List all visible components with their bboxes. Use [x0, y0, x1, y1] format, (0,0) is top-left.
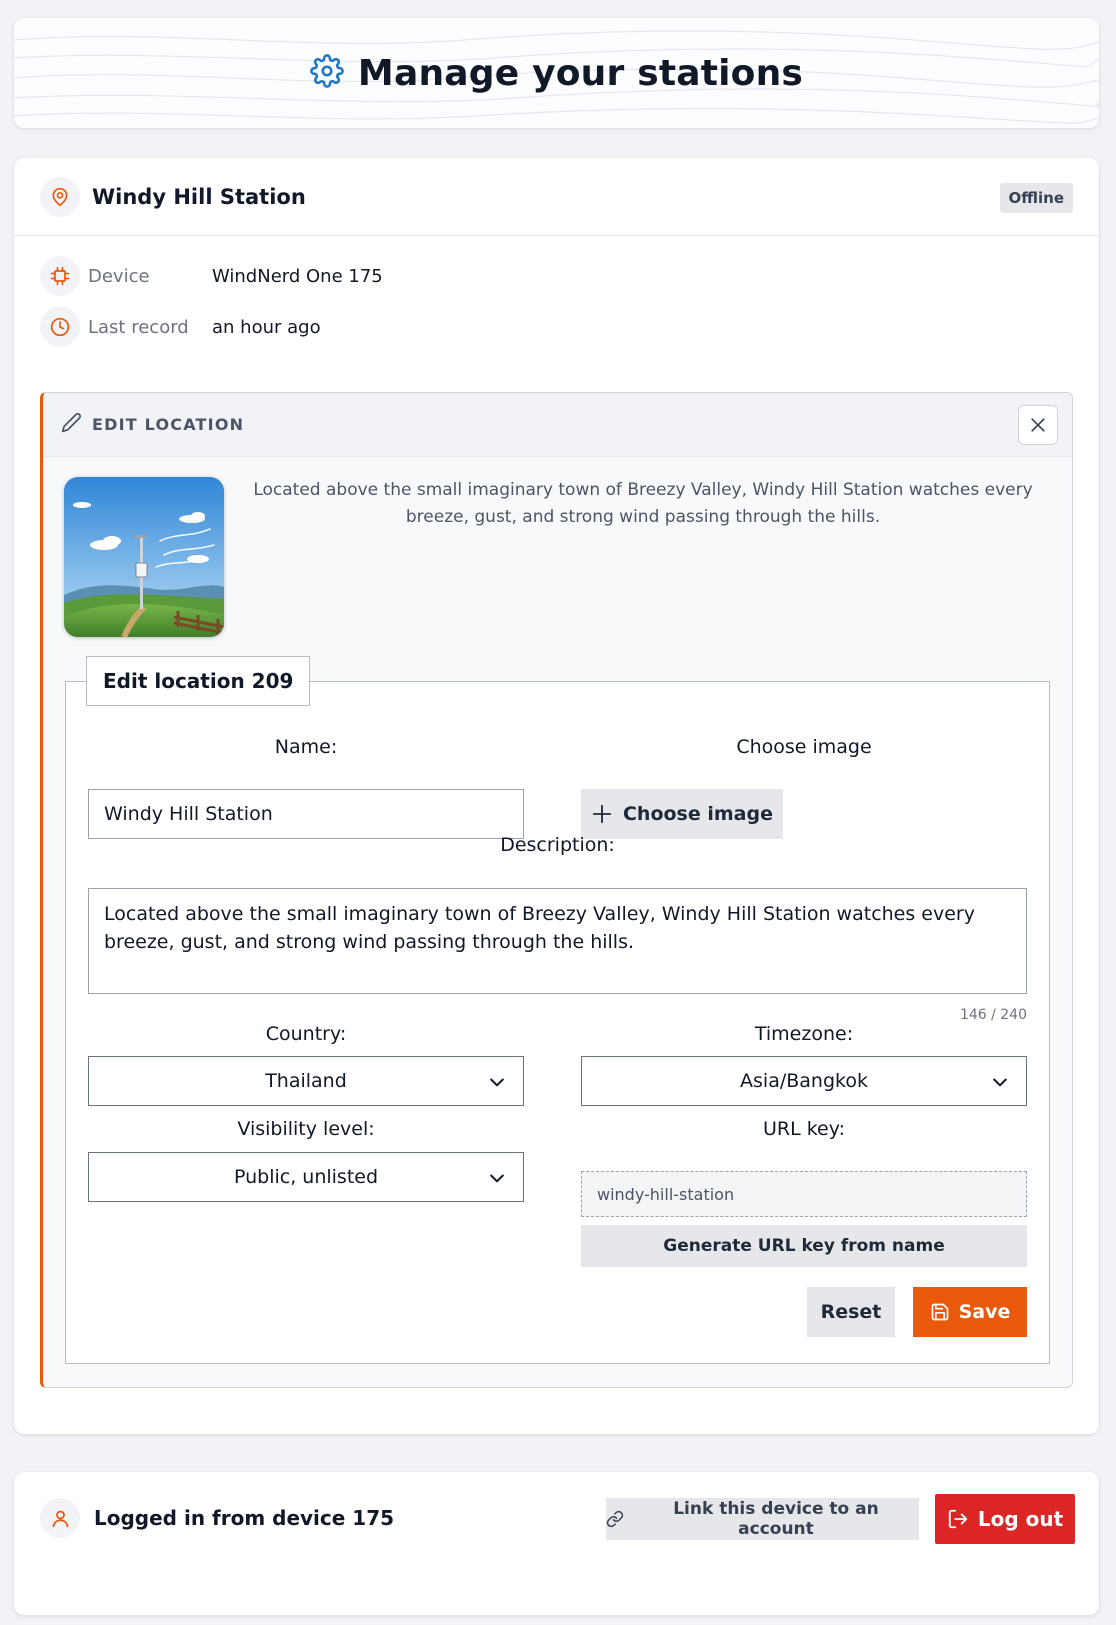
close-icon — [1031, 418, 1045, 432]
gear-icon — [310, 54, 344, 92]
timezone-label: Timezone: — [754, 1023, 854, 1045]
choose-image-button[interactable]: Choose image — [581, 789, 783, 839]
pencil-icon — [61, 412, 82, 437]
description-preview: Located above the small imaginary town o… — [253, 480, 1033, 527]
description-textarea[interactable]: Located above the small imaginary town o… — [88, 888, 1027, 994]
chip-icon — [40, 256, 80, 296]
chevron-down-icon — [490, 1078, 504, 1087]
description-label: Description: — [500, 834, 615, 856]
visibility-value: Public, unlisted — [233, 1166, 379, 1188]
country-value: Thailand — [265, 1070, 347, 1092]
chevron-down-icon — [993, 1078, 1007, 1087]
status-badge: Offline — [999, 183, 1073, 213]
timezone-select[interactable]: Asia/Bangkok — [581, 1056, 1027, 1106]
floppy-disk-icon — [931, 1303, 948, 1321]
url-key-label: URL key: — [762, 1118, 845, 1140]
page-header: Manage your stations — [14, 18, 1099, 128]
edit-panel-title: EDIT LOCATION — [92, 415, 245, 434]
name-label: Name: — [274, 736, 338, 758]
link-device-button-label: Link this device to an account — [673, 1499, 879, 1539]
edit-panel-header: EDIT LOCATION — [43, 393, 1072, 457]
link-icon — [606, 1510, 624, 1528]
timezone-value: Asia/Bangkok — [740, 1070, 868, 1092]
last-record-label: Last record — [88, 316, 189, 338]
char-counter: 146 / 240 — [959, 1007, 1027, 1023]
edit-location-panel: EDIT LOCATION Located above the small im… — [40, 392, 1073, 1388]
save-button-label: Save — [958, 1301, 1011, 1323]
clock-icon — [40, 307, 80, 347]
choose-image-button-label: Choose image — [622, 803, 773, 825]
close-button[interactable] — [1018, 405, 1058, 445]
map-pin-icon — [40, 176, 80, 217]
logout-button-label: Log out — [977, 1507, 1064, 1531]
plus-icon — [592, 804, 612, 824]
form-legend: Edit location 209 — [86, 656, 311, 706]
reset-button[interactable]: Reset — [807, 1287, 895, 1337]
device-label: Device — [88, 265, 150, 287]
page-title: Manage your stations — [357, 52, 804, 94]
visibility-select[interactable]: Public, unlisted — [88, 1152, 524, 1202]
generate-url-key-button[interactable]: Generate URL key from name — [581, 1225, 1027, 1267]
device-value: WindNerd One 175 — [212, 265, 383, 287]
name-input[interactable] — [88, 789, 524, 839]
station-card-header: Windy Hill Station Offline — [14, 158, 1099, 236]
save-button[interactable]: Save — [913, 1287, 1027, 1337]
edit-location-form: Edit location 209 Name: Choose image Cho… — [65, 656, 1050, 1364]
station-image — [64, 477, 224, 637]
station-name: Windy Hill Station — [92, 184, 306, 209]
visibility-label: Visibility level: — [237, 1118, 375, 1140]
country-label: Country: — [265, 1023, 347, 1045]
country-select[interactable]: Thailand — [88, 1056, 524, 1106]
chevron-down-icon — [490, 1174, 504, 1183]
link-device-button[interactable]: Link this device to an account — [606, 1498, 919, 1540]
logout-button[interactable]: Log out — [935, 1494, 1075, 1544]
url-key-input[interactable] — [581, 1171, 1027, 1217]
station-card: Windy Hill Station Offline Device WindNe… — [14, 158, 1099, 1434]
last-record-row: Last record an hour ago — [40, 307, 321, 347]
choose-image-label: Choose image — [736, 736, 872, 758]
user-icon — [40, 1498, 80, 1538]
logged-in-info: Logged in from device 175 — [40, 1498, 394, 1538]
session-footer: Logged in from device 175 Link this devi… — [14, 1472, 1099, 1615]
last-record-value: an hour ago — [212, 316, 321, 338]
device-row: Device WindNerd One 175 — [40, 256, 383, 296]
logout-icon — [948, 1509, 968, 1529]
logged-in-text: Logged in from device 175 — [94, 1506, 395, 1530]
